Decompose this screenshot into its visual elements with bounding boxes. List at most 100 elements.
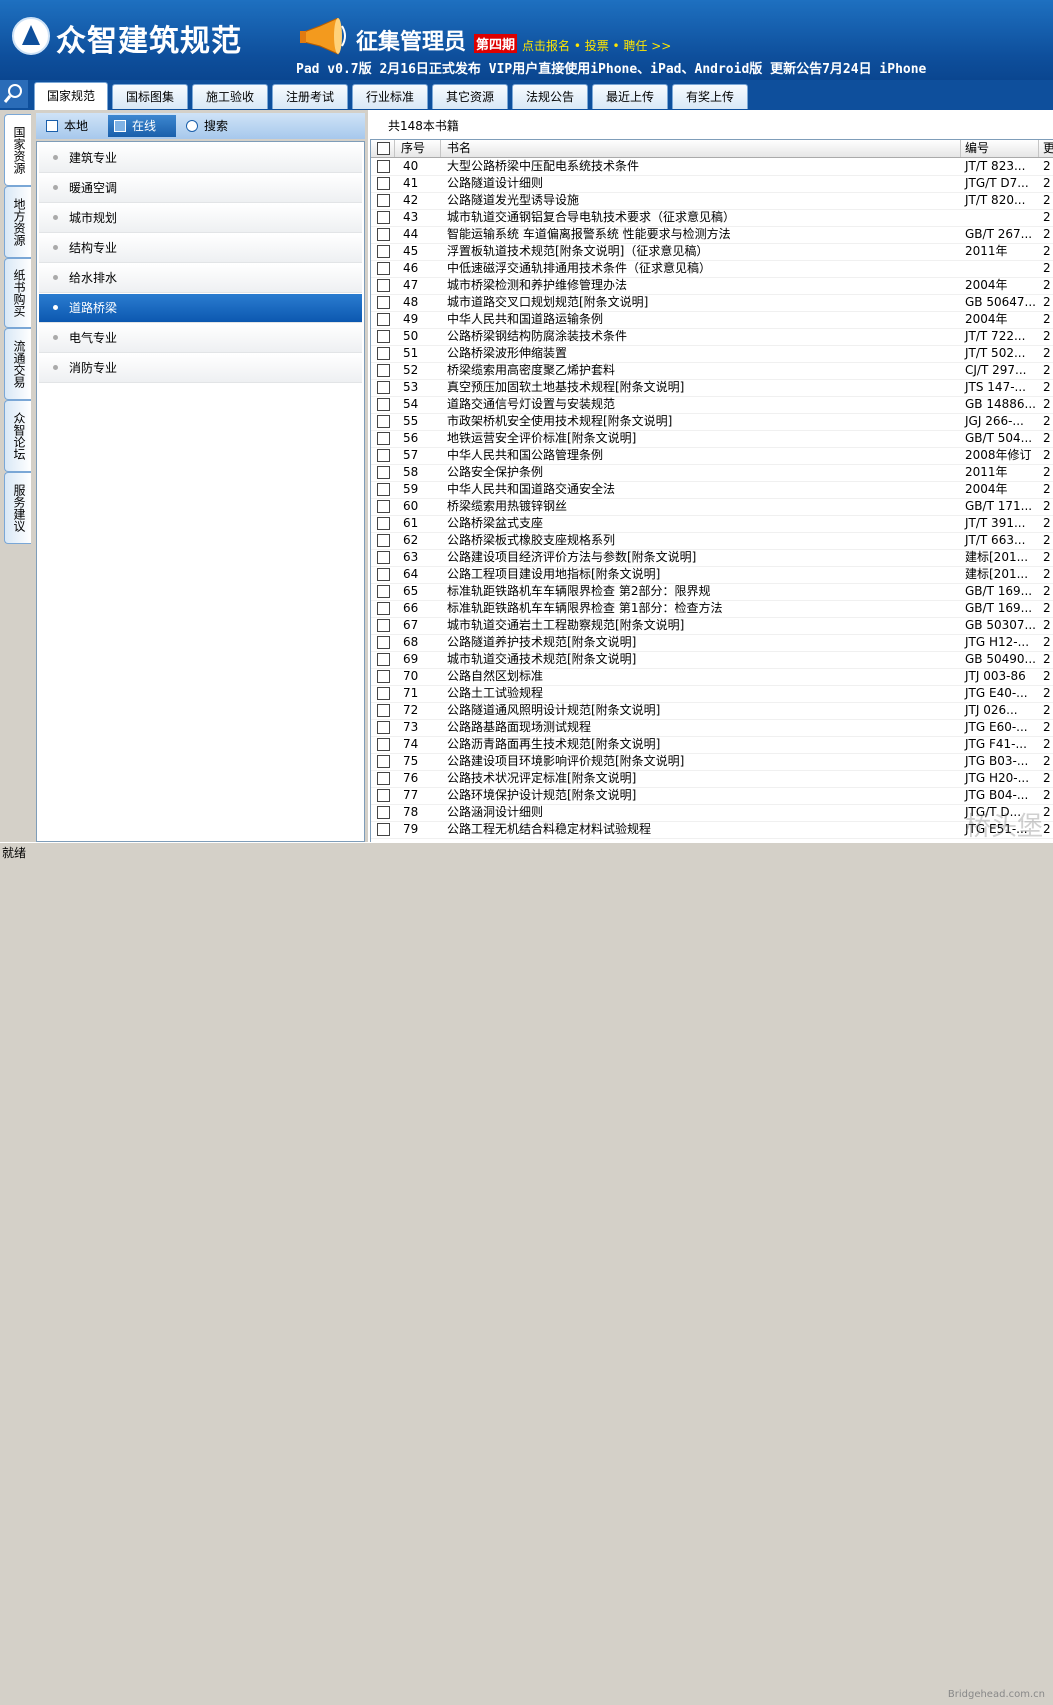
campaign-links[interactable]: 点击报名 • 投票 • 聘任 >> (522, 37, 671, 54)
row-checkbox[interactable] (377, 432, 390, 445)
row-checkbox[interactable] (377, 449, 390, 462)
table-row[interactable]: 41 公路隧道设计细则 JTG/T D7... 2 (371, 175, 1053, 193)
table-row[interactable]: 46 中低速磁浮交通轨排通用技术条件（征求意见稿） 2 (371, 260, 1053, 278)
category-item-selected[interactable]: 道路桥梁 (39, 294, 362, 323)
row-checkbox[interactable] (377, 262, 390, 275)
row-checkbox[interactable] (377, 755, 390, 768)
table-row[interactable]: 54 道路交通信号灯设置与安装规范 GB 14886... 2 (371, 396, 1053, 414)
local-button[interactable]: 本地 (40, 115, 104, 137)
table-row[interactable]: 40 大型公路桥梁中压配电系统技术条件 JT/T 823... 2 (371, 158, 1053, 176)
table-row[interactable]: 50 公路桥梁钢结构防腐涂装技术条件 JT/T 722... 2 (371, 328, 1053, 346)
table-row[interactable]: 52 桥梁缆索用高密度聚乙烯护套料 CJ/T 297... 2 (371, 362, 1053, 380)
table-row[interactable]: 45 浮置板轨道技术规范[附条文说明]（征求意见稿） 2011年 2 (371, 243, 1053, 261)
table-row[interactable]: 68 公路隧道养护技术规范[附条文说明] JTG H12-... 2 (371, 634, 1053, 652)
vtab-local-resources[interactable]: 地方资源 (4, 186, 31, 258)
table-row[interactable]: 57 中华人民共和国公路管理条例 2008年修订 2 (371, 447, 1053, 465)
row-checkbox[interactable] (377, 330, 390, 343)
row-checkbox[interactable] (377, 500, 390, 513)
row-checkbox[interactable] (377, 415, 390, 428)
table-row[interactable]: 63 公路建设项目经济评价方法与参数[附条文说明] 建标[201... 2 (371, 549, 1053, 567)
table-row[interactable]: 66 标准轨距铁路机车车辆限界检查 第1部分：检查方法 GB/T 169... 2 (371, 600, 1053, 618)
row-checkbox[interactable] (377, 517, 390, 530)
row-checkbox[interactable] (377, 568, 390, 581)
tab-regulations[interactable]: 法规公告 (512, 84, 588, 109)
table-row[interactable]: 69 城市轨道交通技术规范[附条文说明] GB 50490... 2 (371, 651, 1053, 669)
table-row[interactable]: 55 市政架桥机安全使用技术规程[附条文说明] JGJ 266-... 2 (371, 413, 1053, 431)
row-checkbox[interactable] (377, 653, 390, 666)
tab-recent-uploads[interactable]: 最近上传 (592, 84, 668, 109)
table-row[interactable]: 42 公路隧道发光型诱导设施 JT/T 820... 2 (371, 192, 1053, 210)
tab-construction-acceptance[interactable]: 施工验收 (192, 84, 268, 109)
category-item[interactable]: 暖通空调 (39, 174, 362, 203)
category-item[interactable]: 电气专业 (39, 324, 362, 353)
search-button[interactable]: 搜索 (180, 115, 244, 137)
row-checkbox[interactable] (377, 636, 390, 649)
table-row[interactable]: 74 公路沥青路面再生技术规范[附条文说明] JTG F41-... 2 (371, 736, 1053, 754)
table-row[interactable]: 75 公路建设项目环境影响评价规范[附条文说明] JTG B03-... 2 (371, 753, 1053, 771)
search-icon[interactable] (0, 80, 28, 108)
col-code[interactable]: 编号 (961, 140, 1039, 157)
row-checkbox[interactable] (377, 177, 390, 190)
announcement-marquee[interactable]: Pad v0.7版 2月16日正式发布 VIP用户直接使用iPhone、iPad… (296, 58, 926, 77)
row-checkbox[interactable] (377, 364, 390, 377)
row-checkbox[interactable] (377, 211, 390, 224)
tab-national-atlas[interactable]: 国标图集 (112, 84, 188, 109)
category-item[interactable]: 建筑专业 (39, 144, 362, 173)
table-row[interactable]: 76 公路技术状况评定标准[附条文说明] JTG H20-... 2 (371, 770, 1053, 788)
vtab-national-resources[interactable]: 国家资源 (4, 114, 31, 186)
table-row[interactable]: 67 城市轨道交通岩土工程勘察规范[附条文说明] GB 50307... 2 (371, 617, 1053, 635)
table-row[interactable]: 62 公路桥梁板式橡胶支座规格系列 JT/T 663... 2 (371, 532, 1053, 550)
row-checkbox[interactable] (377, 721, 390, 734)
row-checkbox[interactable] (377, 619, 390, 632)
row-checkbox[interactable] (377, 160, 390, 173)
row-checkbox[interactable] (377, 687, 390, 700)
table-row[interactable]: 77 公路环境保护设计规范[附条文说明] JTG B04-... 2 (371, 787, 1053, 805)
category-item[interactable]: 结构专业 (39, 234, 362, 263)
table-row[interactable]: 56 地铁运营安全评价标准[附条文说明] GB/T 504... 2 (371, 430, 1053, 448)
row-checkbox[interactable] (377, 347, 390, 360)
tab-industry-standard[interactable]: 行业标准 (352, 84, 428, 109)
row-checkbox[interactable] (377, 670, 390, 683)
table-row[interactable]: 65 标准轨距铁路机车车辆限界检查 第2部分：限界规 GB/T 169... 2 (371, 583, 1053, 601)
vtab-feedback[interactable]: 服务建议 (4, 472, 31, 544)
row-checkbox[interactable] (377, 466, 390, 479)
table-row[interactable]: 70 公路自然区划标准 JTJ 003-86 2 (371, 668, 1053, 686)
tab-other-resources[interactable]: 其它资源 (432, 84, 508, 109)
row-checkbox[interactable] (377, 398, 390, 411)
table-row[interactable]: 47 城市桥梁检测和养护维修管理办法 2004年 2 (371, 277, 1053, 295)
table-row[interactable]: 43 城市轨道交通钢铝复合导电轨技术要求（征求意见稿） 2 (371, 209, 1053, 227)
table-row[interactable]: 78 公路涵洞设计细则 JTG/T D... 2 (371, 804, 1053, 822)
row-checkbox[interactable] (377, 313, 390, 326)
tab-registration-exam[interactable]: 注册考试 (272, 84, 348, 109)
table-row[interactable]: 79 公路工程无机结合料稳定材料试验规程 JTG E51-... 2 (371, 821, 1053, 839)
table-row[interactable]: 64 公路工程项目建设用地指标[附条文说明] 建标[201... 2 (371, 566, 1053, 584)
select-all-checkbox[interactable] (377, 142, 390, 155)
vtab-book-purchase[interactable]: 纸书购买 (4, 258, 31, 328)
col-updated[interactable]: 更 (1039, 140, 1053, 157)
table-row[interactable]: 60 桥梁缆索用热镀锌钢丝 GB/T 171... 2 (371, 498, 1053, 516)
table-row[interactable]: 73 公路路基路面现场测试规程 JTG E60-... 2 (371, 719, 1053, 737)
row-checkbox[interactable] (377, 245, 390, 258)
col-title[interactable]: 书名 (441, 140, 961, 157)
row-checkbox[interactable] (377, 534, 390, 547)
table-row[interactable]: 71 公路土工试验规程 JTG E40-... 2 (371, 685, 1053, 703)
table-row[interactable]: 59 中华人民共和国道路交通安全法 2004年 2 (371, 481, 1053, 499)
col-index[interactable]: 序号 (395, 140, 441, 157)
category-item[interactable]: 消防专业 (39, 354, 362, 383)
table-row[interactable]: 48 城市道路交叉口规划规范[附条文说明] GB 50647... 2 (371, 294, 1053, 312)
table-row[interactable]: 49 中华人民共和国道路运输条例 2004年 2 (371, 311, 1053, 329)
tab-reward-upload[interactable]: 有奖上传 (672, 84, 748, 109)
online-button[interactable]: 在线 (108, 115, 176, 137)
table-row[interactable]: 61 公路桥梁盆式支座 JT/T 391... 2 (371, 515, 1053, 533)
row-checkbox[interactable] (377, 194, 390, 207)
row-checkbox[interactable] (377, 738, 390, 751)
row-checkbox[interactable] (377, 279, 390, 292)
table-row[interactable]: 51 公路桥梁波形伸缩装置 JT/T 502... 2 (371, 345, 1053, 363)
table-row[interactable]: 53 真空预压加固软土地基技术规程[附条文说明] JTS 147-... 2 (371, 379, 1053, 397)
category-item[interactable]: 城市规划 (39, 204, 362, 233)
row-checkbox[interactable] (377, 381, 390, 394)
table-row[interactable]: 72 公路隧道通风照明设计规范[附条文说明] JTJ 026... 2 (371, 702, 1053, 720)
row-checkbox[interactable] (377, 772, 390, 785)
category-item[interactable]: 给水排水 (39, 264, 362, 293)
row-checkbox[interactable] (377, 228, 390, 241)
